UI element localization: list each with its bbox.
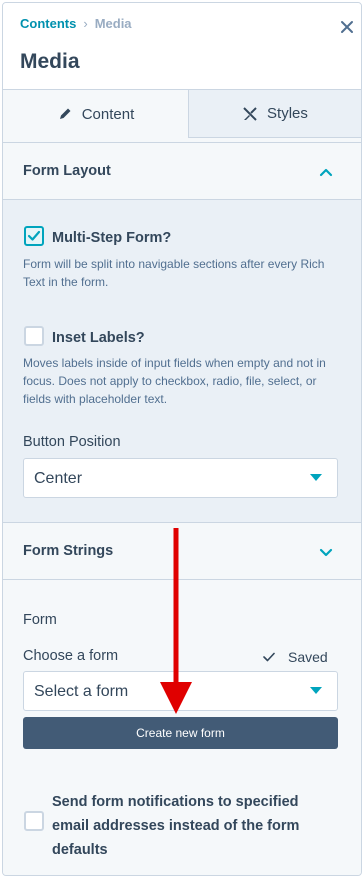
chevron-down-icon: [319, 548, 333, 557]
button-position-label: Button Position: [23, 434, 121, 450]
multi-step-checkbox[interactable]: [24, 226, 44, 246]
form-select[interactable]: Select a form: [23, 671, 338, 711]
tab-content-label: Content: [81, 105, 135, 123]
panel-header: Contents › Media Media: [3, 3, 361, 89]
caret-down-icon: [310, 474, 322, 481]
breadcrumb-current: Media: [94, 16, 132, 31]
multi-step-label: Multi-Step Form?: [52, 230, 172, 246]
tab-styles-label: Styles: [267, 105, 308, 122]
breadcrumb-separator: ›: [83, 16, 88, 31]
caret-down-icon: [310, 687, 322, 694]
form-layout-heading: Form Layout: [23, 163, 111, 179]
panel-title: Media: [20, 50, 80, 73]
styles-icon: [243, 106, 257, 121]
form-select-placeholder: Select a form: [34, 683, 129, 700]
form-layout-section-header[interactable]: Form Layout: [3, 142, 361, 200]
check-icon: [263, 652, 275, 662]
inset-labels-label: Inset Labels?: [52, 330, 145, 346]
chevron-up-icon: [319, 168, 333, 177]
button-position-value: Center: [34, 470, 83, 487]
notify-checkbox[interactable]: [24, 811, 44, 831]
form-layout-section-body: Multi-Step Form? Form will be split into…: [3, 200, 361, 522]
multi-step-help: Form will be split into navigable sectio…: [23, 257, 325, 289]
form-strings-heading: Form Strings: [23, 543, 114, 559]
tab-styles[interactable]: Styles: [188, 89, 361, 138]
pencil-icon: [59, 108, 71, 119]
tab-content[interactable]: Content: [3, 89, 189, 138]
breadcrumb-contents-link[interactable]: Contents: [20, 16, 76, 31]
create-new-form-button[interactable]: Create new form: [23, 717, 338, 749]
saved-label: Saved: [288, 649, 328, 665]
form-strings-section-header[interactable]: Form Strings: [3, 522, 361, 580]
checkmark-icon: [27, 230, 41, 241]
saved-status: Saved: [263, 649, 328, 665]
button-position-select[interactable]: Center: [23, 458, 338, 498]
tab-bar: Content Styles: [3, 89, 361, 138]
close-icon[interactable]: [339, 19, 355, 35]
choose-form-label: Choose a form: [23, 648, 119, 664]
inset-labels-checkbox[interactable]: [24, 326, 44, 346]
notify-label: Send form notifications to specified ema…: [52, 794, 300, 858]
inset-labels-help: Moves labels inside of input fields when…: [23, 356, 326, 406]
form-section-label: Form: [23, 612, 57, 628]
breadcrumb: Contents › Media: [20, 16, 132, 31]
module-editor-panel: Contents › Media Media Content Styles Fo…: [2, 2, 362, 876]
